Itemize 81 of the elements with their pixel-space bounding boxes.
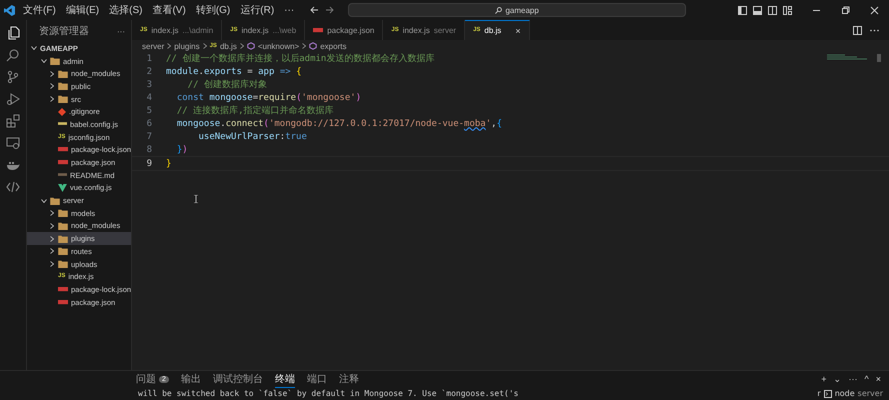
breadcrumb-item[interactable]: exports xyxy=(320,42,346,50)
code-line: const mongoose=require('mongoose') xyxy=(176,92,362,102)
search-icon xyxy=(495,6,502,14)
npm-file-icon xyxy=(313,28,324,32)
more-actions-button[interactable]: ··· xyxy=(117,24,125,38)
markdown-file-icon xyxy=(58,173,67,178)
menu-item[interactable]: 编辑(E) xyxy=(64,3,102,17)
panel-toggle-icon[interactable] xyxy=(753,6,762,14)
run-debug-icon[interactable] xyxy=(6,92,20,106)
menu-item[interactable]: 转到(G) xyxy=(194,3,232,17)
split-layout-icon[interactable] xyxy=(768,6,777,14)
code-line: // 创建一个数据库并连接，以后admin发送的数据都会存入数据库 xyxy=(166,52,434,65)
breadcrumb-item[interactable]: plugins xyxy=(174,42,200,50)
line-number: 6 xyxy=(146,118,153,128)
symbol-icon xyxy=(246,42,255,50)
line-number: 1 xyxy=(146,54,153,64)
terminal-icon xyxy=(824,390,832,398)
line-number: 2 xyxy=(146,66,153,76)
code-line: } xyxy=(166,158,172,168)
chevron-right-icon xyxy=(240,43,244,49)
restore-icon[interactable] xyxy=(841,6,850,14)
breadcrumb-item[interactable]: <unknown> xyxy=(258,42,300,50)
panel-tab[interactable]: 输出 xyxy=(180,372,201,387)
breadcrumb-item[interactable]: db.js xyxy=(220,42,237,50)
code-icon[interactable] xyxy=(6,180,20,194)
menu-item[interactable]: 查看(V) xyxy=(150,3,188,17)
breadcrumb-item[interactable]: server xyxy=(142,42,164,50)
line-number: 9 xyxy=(146,158,153,168)
minimap-drawing xyxy=(827,54,881,62)
more-icon[interactable] xyxy=(870,28,879,32)
panel-action[interactable]: + xyxy=(821,374,826,384)
code-line: useNewUrlParser:true xyxy=(198,132,307,142)
code-line: // 创建数据库对象 xyxy=(186,78,267,91)
close-icon[interactable] xyxy=(870,6,879,14)
code-line: // 连接数据库,指定端口并命名数据库 xyxy=(176,104,334,117)
terminal-description: server xyxy=(858,388,883,400)
chevron-right-icon xyxy=(167,43,172,49)
line-number: 8 xyxy=(146,144,153,154)
sidebar-title: 资源管理器 xyxy=(39,25,89,38)
panel-action[interactable]: ^ xyxy=(864,374,869,384)
search-icon[interactable] xyxy=(6,48,20,62)
chevron-right-icon xyxy=(202,43,207,49)
menu-item[interactable]: 文件(F) xyxy=(21,3,58,17)
panel-tab[interactable]: 调试控制台 xyxy=(212,372,263,387)
layout-grid-icon[interactable] xyxy=(783,6,792,14)
terminal-output: will be switched back to `false` by default in Mongoose 7. Use `mongoose.set('s xyxy=(138,388,518,400)
sidebar-toggle-icon[interactable] xyxy=(738,6,747,14)
symbol-icon xyxy=(309,42,318,50)
text-cursor-icon xyxy=(194,195,198,203)
back-arrow-icon[interactable] xyxy=(310,6,320,14)
terminal-text: r xyxy=(817,388,821,400)
menu-item[interactable]: ··· xyxy=(282,4,296,16)
panel-tab[interactable]: 终端 xyxy=(274,372,295,388)
panel-action[interactable]: ⌄ xyxy=(834,374,842,384)
git-file-icon xyxy=(58,108,66,116)
panel-action[interactable]: ··· xyxy=(848,374,858,384)
monitor-icon[interactable] xyxy=(6,136,20,150)
code-line: mongoose.connect('mongodb://127.0.0.1:27017/node-vue-moba',{ xyxy=(176,118,502,128)
forward-arrow-icon[interactable] xyxy=(325,6,334,14)
files-icon[interactable] xyxy=(6,26,20,40)
split-editor-icon[interactable] xyxy=(853,26,862,34)
line-number: 7 xyxy=(146,132,153,142)
panel-tab[interactable]: 注释 xyxy=(338,372,359,387)
app-logo-icon xyxy=(4,4,15,16)
line-number: 5 xyxy=(146,106,153,116)
panel-tab[interactable]: 端口 xyxy=(306,372,327,387)
panel-action[interactable]: × xyxy=(876,374,881,384)
line-number: 4 xyxy=(146,92,153,102)
menu-item[interactable]: 运行(R) xyxy=(238,3,276,17)
source-control-icon[interactable] xyxy=(6,70,20,84)
close-tab-icon[interactable]: × xyxy=(515,26,521,36)
babel-file-icon xyxy=(58,122,67,126)
line-number: 3 xyxy=(146,80,153,90)
chevron-right-icon xyxy=(302,43,306,49)
menu-item[interactable]: 选择(S) xyxy=(107,3,144,17)
extensions-icon[interactable] xyxy=(6,114,20,128)
vue-file-icon xyxy=(58,184,67,192)
code-line: module.exports = app => { xyxy=(166,66,302,76)
code-line: }) xyxy=(176,144,188,154)
search-field[interactable]: gameapp xyxy=(348,3,686,17)
terminal-name[interactable]: node xyxy=(834,388,855,400)
